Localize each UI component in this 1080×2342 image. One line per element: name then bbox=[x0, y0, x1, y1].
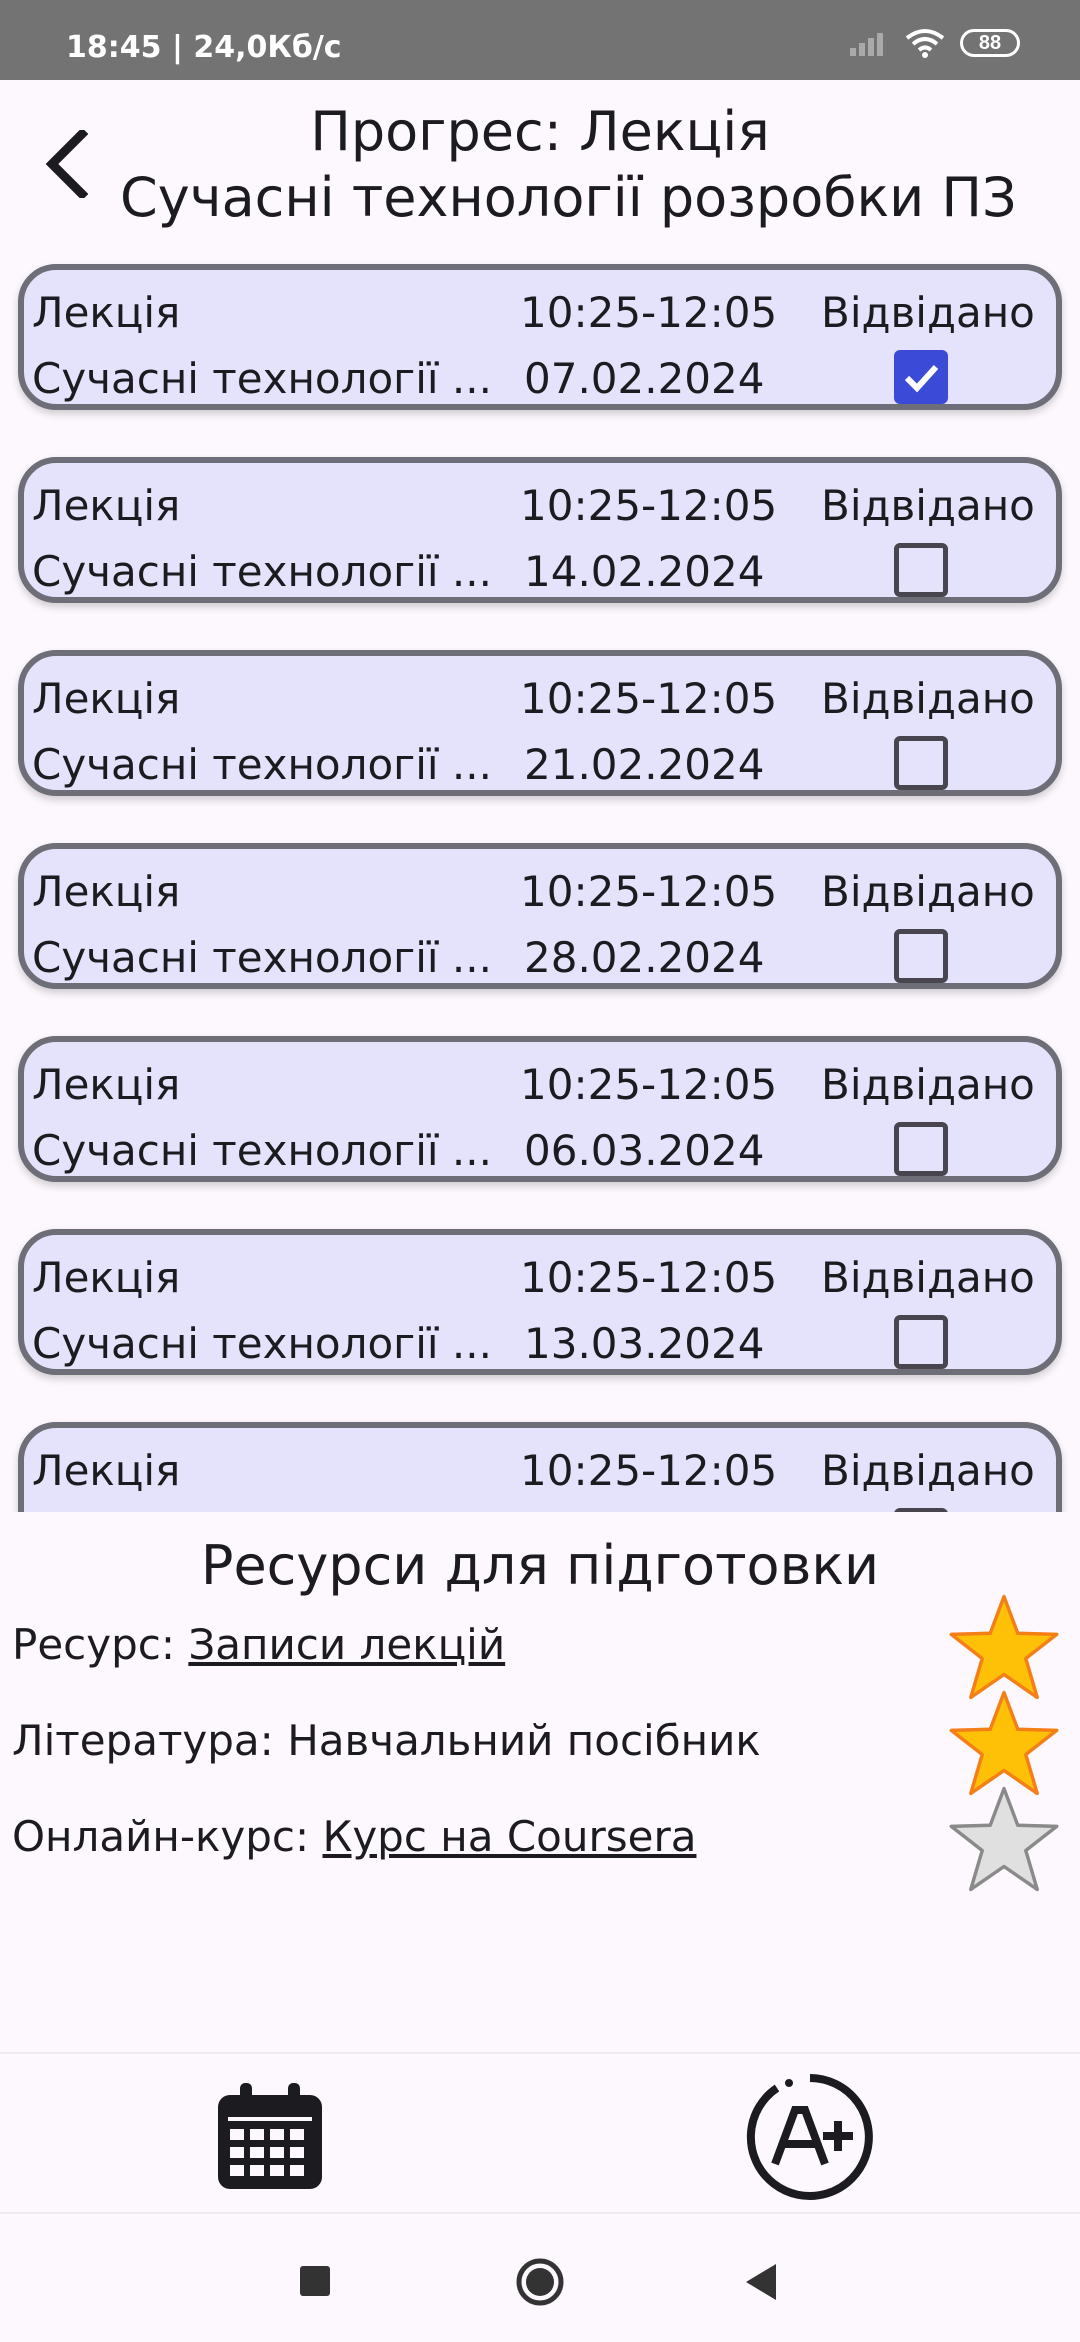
grades-button[interactable] bbox=[745, 2072, 875, 2202]
visited-label: Відвідано bbox=[821, 481, 1035, 530]
resource-row: Онлайн-курс: Курс на Coursera bbox=[12, 1812, 696, 1861]
visited-label: Відвідано bbox=[821, 1060, 1035, 1109]
session-type: Лекція bbox=[32, 288, 181, 337]
session-name: Сучасні технології ... bbox=[32, 933, 492, 982]
battery-level: 88 bbox=[978, 31, 1002, 54]
session-name: Сучасні технології ... bbox=[32, 1319, 492, 1368]
session-type: Лекція bbox=[32, 1446, 181, 1495]
session-type: Лекція bbox=[32, 1060, 181, 1109]
resource-link[interactable]: Курс на Coursera bbox=[323, 1812, 697, 1861]
resources-title: Ресурси для підготовки bbox=[200, 1534, 880, 1597]
resource-value: Навчальний посібник bbox=[287, 1716, 761, 1765]
resource-link[interactable]: Записи лекцій bbox=[188, 1620, 505, 1669]
session-date: 06.03.2024 bbox=[524, 1126, 765, 1175]
visited-checkbox[interactable] bbox=[894, 929, 948, 983]
session-date: 28.02.2024 bbox=[524, 933, 765, 982]
session-time: 10:25-12:05 bbox=[520, 1060, 778, 1109]
session-name: Сучасні технології ... bbox=[32, 1126, 492, 1175]
session-type: Лекція bbox=[32, 674, 181, 723]
battery-indicator: 88 bbox=[960, 29, 1020, 57]
session-type: Лекція bbox=[32, 1253, 181, 1302]
resource-row: Ресурс: Записи лекцій bbox=[12, 1620, 505, 1669]
visited-label: Відвідано bbox=[821, 288, 1035, 337]
session-card[interactable]: Лекція 10:25-12:05 Відвідано Сучасні тех… bbox=[18, 264, 1062, 410]
session-date: 13.03.2024 bbox=[524, 1319, 765, 1368]
session-card[interactable]: Лекція 10:25-12:05 Відвідано Сучасні тех… bbox=[18, 650, 1062, 796]
session-name: Сучасні технології ... bbox=[32, 740, 492, 789]
grade-a-plus-icon bbox=[746, 2074, 873, 2200]
star-filled-icon[interactable] bbox=[946, 1592, 1062, 1702]
header: Прогрес: Лекція Сучасні технології розро… bbox=[0, 80, 1080, 240]
resource-row: Література: Навчальний посібник bbox=[12, 1716, 761, 1765]
session-time: 10:25-12:05 bbox=[520, 1446, 778, 1495]
page-subtitle: Сучасні технології розробки ПЗ bbox=[120, 166, 1017, 229]
star-outline-icon[interactable] bbox=[946, 1784, 1062, 1894]
status-icons: 88 bbox=[850, 28, 1020, 58]
session-time: 10:25-12:05 bbox=[520, 481, 778, 530]
visited-checkbox[interactable] bbox=[894, 543, 948, 597]
wifi-icon bbox=[905, 29, 945, 58]
signal-icon bbox=[850, 33, 883, 56]
session-date: 07.02.2024 bbox=[524, 354, 765, 403]
resource-label: Ресурс: bbox=[12, 1620, 189, 1669]
visited-checkbox[interactable] bbox=[894, 1122, 948, 1176]
session-time: 10:25-12:05 bbox=[520, 1253, 778, 1302]
visited-label: Відвідано bbox=[821, 1253, 1035, 1302]
resources-section: Ресурси для підготовки Ресурс: Записи ле… bbox=[0, 1512, 1080, 2052]
visited-checkbox[interactable] bbox=[894, 1315, 948, 1369]
visited-checkbox[interactable] bbox=[894, 736, 948, 790]
resource-label: Онлайн-курс: bbox=[12, 1812, 323, 1861]
visited-label: Відвідано bbox=[821, 867, 1035, 916]
status-text: 18:45 | 24,0Кб/с bbox=[66, 30, 342, 65]
session-name: Сучасні технології ... bbox=[32, 354, 492, 403]
recents-icon[interactable] bbox=[298, 2264, 332, 2298]
session-card[interactable]: Лекція 10:25-12:05 Відвідано Сучасні тех… bbox=[18, 1229, 1062, 1375]
session-list[interactable]: Лекція 10:25-12:05 Відвідано Сучасні тех… bbox=[0, 250, 1080, 1512]
calendar-button[interactable] bbox=[205, 2072, 335, 2202]
session-date: 21.02.2024 bbox=[524, 740, 765, 789]
session-type: Лекція bbox=[32, 481, 181, 530]
visited-label: Відвідано bbox=[821, 1446, 1035, 1495]
visited-checkbox[interactable] bbox=[894, 350, 948, 404]
visited-label: Відвідано bbox=[821, 674, 1035, 723]
session-name: Сучасні технології ... bbox=[32, 547, 492, 596]
calendar-icon bbox=[218, 2083, 322, 2189]
status-bar: 18:45 | 24,0Кб/с 88 bbox=[0, 0, 1080, 80]
session-time: 10:25-12:05 bbox=[520, 674, 778, 723]
session-date: 14.02.2024 bbox=[524, 547, 765, 596]
bottom-navigation bbox=[0, 2052, 1080, 2214]
resource-label: Література: bbox=[12, 1716, 288, 1765]
home-icon[interactable] bbox=[514, 2256, 566, 2308]
session-card[interactable]: Лекція 10:25-12:05 Відвідано Сучасні тех… bbox=[18, 1036, 1062, 1182]
back-nav-icon[interactable] bbox=[744, 2262, 778, 2302]
check-icon bbox=[904, 364, 939, 393]
system-navigation bbox=[0, 2212, 1080, 2342]
star-filled-icon[interactable] bbox=[946, 1688, 1062, 1798]
session-type: Лекція bbox=[32, 867, 181, 916]
page-title: Прогрес: Лекція bbox=[310, 100, 770, 163]
session-card[interactable]: Лекція 10:25-12:05 Відвідано bbox=[18, 1422, 1062, 1512]
session-card[interactable]: Лекція 10:25-12:05 Відвідано Сучасні тех… bbox=[18, 843, 1062, 989]
session-time: 10:25-12:05 bbox=[520, 867, 778, 916]
session-time: 10:25-12:05 bbox=[520, 288, 778, 337]
session-card[interactable]: Лекція 10:25-12:05 Відвідано Сучасні тех… bbox=[18, 457, 1062, 603]
